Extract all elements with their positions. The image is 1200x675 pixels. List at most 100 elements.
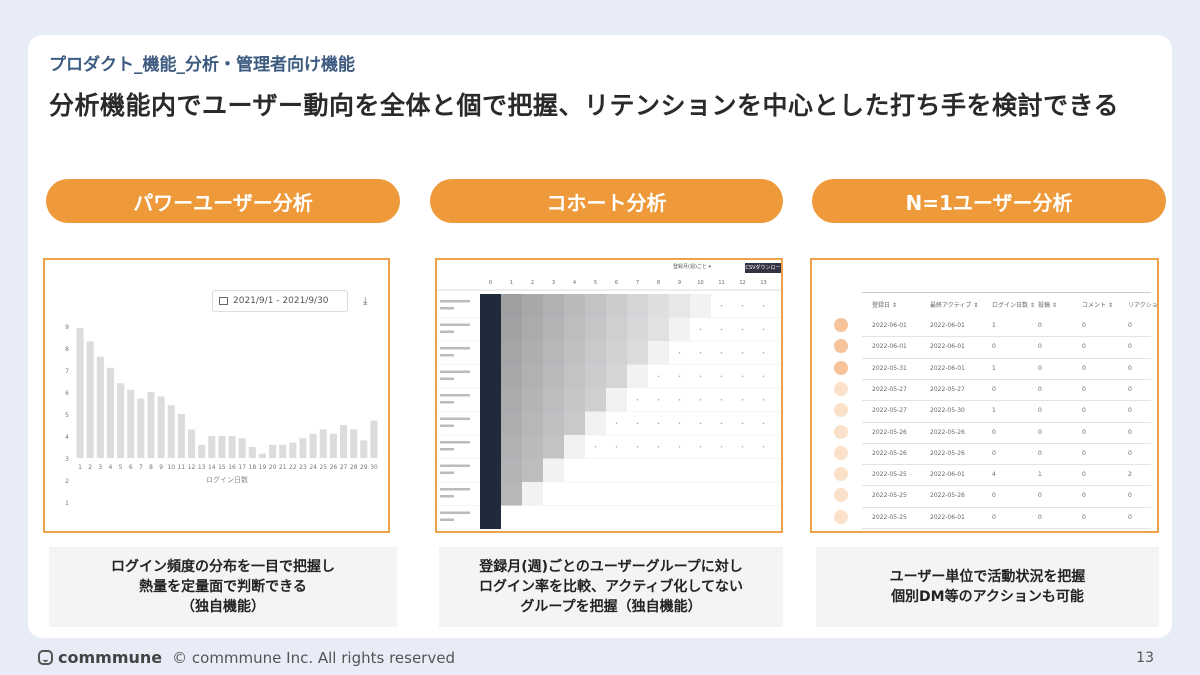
cohort-cell — [480, 364, 501, 388]
n1-cell: 0 — [992, 428, 996, 436]
x-tick-label: 2 — [88, 464, 92, 471]
n1-cell: 1 — [1038, 471, 1042, 479]
cohort-cell — [564, 364, 585, 388]
bar — [238, 438, 246, 458]
cohort-cell — [627, 341, 648, 365]
cohort-empty-dot — [762, 398, 765, 401]
cohort-panel: 登録月(週)ごと ▾ CSVダウンロード 0 1 2 3 4 5 6 7 8 9 10 11 12 13 — [435, 258, 783, 533]
user-avatar[interactable] — [834, 360, 848, 375]
user-avatar[interactable] — [834, 318, 848, 332]
cohort-cell — [480, 388, 501, 412]
cohort-empty-dot — [678, 398, 681, 401]
cohort-cell — [480, 411, 501, 435]
bar — [127, 389, 135, 458]
x-tick-label: 27 — [340, 464, 348, 471]
n1-cell: 0 — [1038, 492, 1042, 500]
user-avatar[interactable] — [834, 403, 848, 418]
user-avatar[interactable] — [834, 488, 848, 503]
cohort-cell — [480, 341, 501, 365]
bar — [157, 396, 165, 458]
user-avatar[interactable] — [834, 467, 848, 482]
desc-line: ログイン頻度の分布を一目で把握し — [111, 559, 335, 575]
x-tick-label: 5 — [119, 464, 123, 471]
n1-cell: 2022-05-26 — [930, 428, 965, 436]
cohort-cell — [648, 317, 669, 341]
desc-line: ユーザー単位で活動状況を把握 — [889, 569, 1086, 585]
n1-cell: 0 — [1128, 492, 1132, 500]
cohort-cell — [585, 364, 606, 388]
desc-line: （独自機能） — [181, 599, 265, 615]
n1-cell: 0 — [1082, 492, 1086, 500]
n1-panel: 登録日 ⇕ 最終アクティブ ⇕ ログイン日数 ⇕投稿 ⇕ コメント ⇕ リアクション ⇕… — [810, 258, 1159, 533]
cohort-empty-dot — [720, 375, 723, 378]
y-tick-label: 5 — [65, 412, 69, 419]
n1-column-header[interactable]: リアクション ⇕ — [1128, 300, 1157, 309]
cohort-table: 0 1 2 3 4 5 6 7 8 9 10 11 12 13 — [437, 280, 781, 530]
n1-row-divider — [862, 528, 1151, 529]
n1-cell: 2022-06-01 — [930, 343, 965, 351]
cohort-empty-dot — [762, 304, 765, 307]
bar — [339, 425, 348, 458]
n1-cell: 0 — [1082, 471, 1086, 479]
n1-column-header[interactable]: 投稿 ⇕ — [1038, 300, 1057, 309]
cohort-cell — [669, 294, 690, 318]
user-avatar[interactable] — [834, 424, 848, 439]
cohort-empty-dot — [699, 422, 702, 425]
cohort-cell — [522, 294, 543, 318]
cohort-cell — [564, 317, 585, 341]
cohort-empty-dot — [699, 398, 702, 401]
user-avatar[interactable] — [834, 339, 848, 354]
cohort-empty-dot — [741, 328, 744, 331]
x-tick-label: 17 — [238, 464, 246, 471]
cohort-cell — [480, 505, 501, 529]
n1-row-divider — [862, 378, 1151, 380]
bar — [198, 444, 206, 458]
cohort-col-header: 0 — [489, 280, 492, 286]
cohort-empty-dot — [678, 445, 681, 448]
n1-cell: 0 — [992, 343, 996, 351]
cohort-cell — [522, 388, 543, 412]
cohort-cell — [564, 435, 585, 459]
cohort-empty-dot — [762, 445, 765, 448]
n1-cell: 0 — [1128, 322, 1132, 329]
x-tick-label: 4 — [109, 464, 113, 471]
n1-column-header[interactable]: ログイン日数 ⇕ — [992, 300, 1035, 309]
user-avatar[interactable] — [834, 445, 848, 460]
n1-cell: 0 — [1128, 449, 1132, 457]
cohort-cell — [522, 411, 543, 435]
bar — [269, 444, 277, 458]
user-avatar[interactable] — [834, 381, 848, 396]
bar — [76, 328, 84, 458]
n1-cell: 0 — [1038, 322, 1042, 329]
bar — [208, 436, 216, 458]
bar — [248, 447, 256, 458]
cohort-cell — [501, 482, 522, 506]
n1-cell: 2 — [1128, 471, 1132, 479]
n1-cell: 2022-06-01 — [872, 322, 907, 329]
n1-column-header[interactable]: コメント ⇕ — [1082, 300, 1113, 309]
n1-cell: 0 — [1128, 343, 1132, 351]
bar — [299, 438, 307, 458]
n1-cell: 0 — [1082, 407, 1086, 415]
user-avatar[interactable] — [834, 509, 848, 524]
n1-row-divider — [862, 421, 1151, 423]
x-tick-label: 1 — [78, 464, 82, 471]
cohort-empty-dot — [699, 445, 702, 448]
y-tick-label: 2 — [65, 478, 69, 485]
cohort-row-label — [440, 307, 454, 310]
x-tick-label: 29 — [360, 464, 368, 471]
bar — [96, 356, 104, 458]
n1-column-header[interactable]: 登録日 ⇕ — [872, 300, 897, 309]
x-tick-label: 11 — [178, 464, 186, 471]
n1-column-header[interactable]: 最終アクティブ ⇕ — [930, 300, 978, 309]
bar — [177, 414, 185, 458]
slide-subtitle: プロダクト_機能_分析・管理者向け機能 — [49, 55, 355, 75]
cohort-row-label — [440, 323, 470, 326]
section-label-cohort: コホート分析 — [430, 179, 783, 223]
bar — [137, 398, 145, 458]
cohort-row-label — [440, 377, 454, 380]
n1-cell: 0 — [1082, 385, 1086, 393]
n1-cell: 0 — [992, 385, 996, 393]
x-tick-label: 6 — [129, 464, 133, 471]
cohort-row-label — [440, 518, 454, 521]
